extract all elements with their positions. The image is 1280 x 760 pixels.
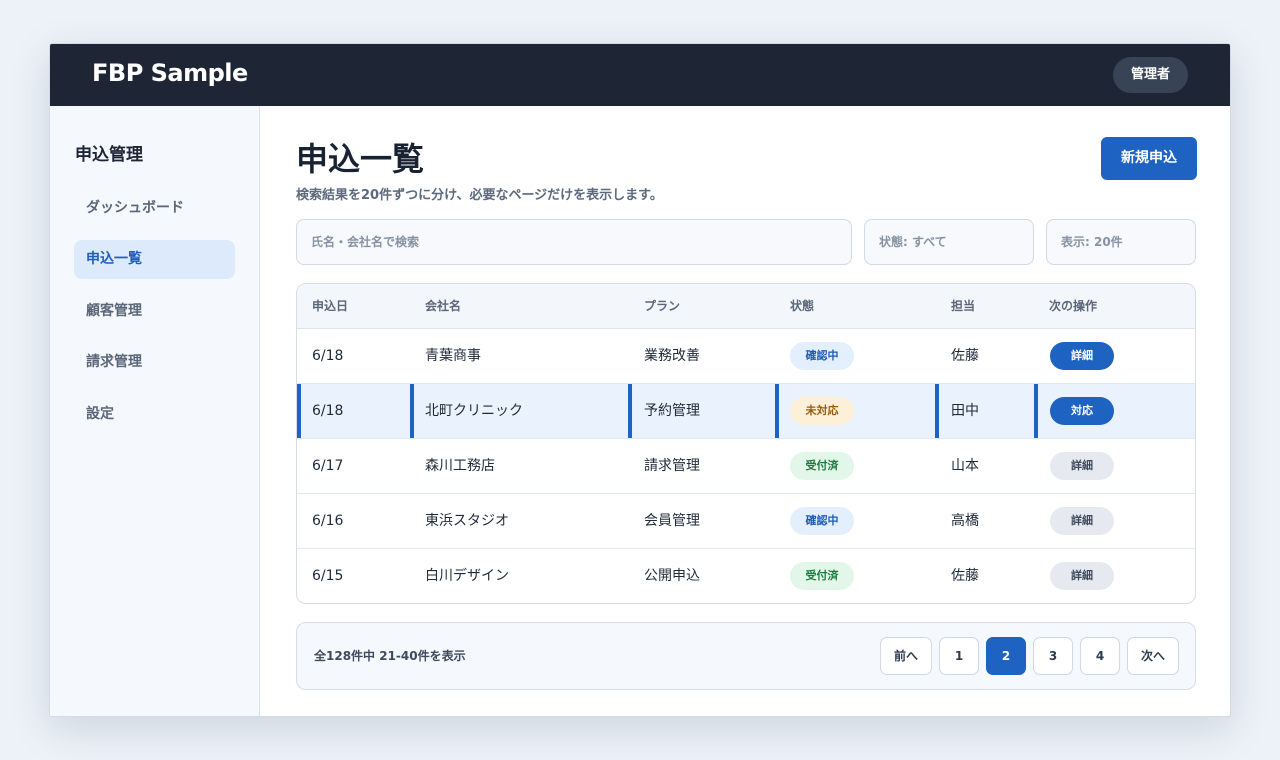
status-filter-select[interactable]: 状態: すべて [864, 219, 1034, 265]
column-header-company: 会社名 [425, 299, 462, 313]
table-row[interactable]: 6/18 青葉商事 業務改善 確認中 佐藤 詳細 [297, 329, 1195, 384]
column-header-action: 次の操作 [1049, 299, 1098, 313]
sidebar: 申込管理 ダッシュボード 申込一覧 顧客管理 請求管理 設定 [50, 106, 260, 716]
cell-owner: 山本 [951, 458, 979, 474]
column-header-date: 申込日 [312, 299, 349, 313]
detail-button[interactable]: 詳細 [1050, 342, 1114, 370]
cell-owner: 佐藤 [951, 568, 979, 584]
cell-company: 森川工務店 [425, 458, 495, 474]
column-header-status: 状態 [790, 299, 815, 313]
pagination-summary: 全128件中 21-40件を表示 [314, 649, 466, 663]
highlight-marker [1034, 384, 1038, 438]
status-badge: 未対応 [790, 397, 854, 425]
page-description: 検索結果を20件ずつに分け、必要なページだけを表示します。 [296, 188, 663, 203]
status-badge: 受付済 [790, 452, 854, 480]
cell-owner: 佐藤 [951, 348, 979, 364]
cell-company: 東浜スタジオ [425, 513, 509, 529]
status-badge: 確認中 [790, 507, 854, 535]
page-title: 申込一覧 [296, 140, 425, 178]
user-role-button[interactable]: 管理者 [1112, 57, 1188, 93]
table-row[interactable]: 6/16 東浜スタジオ 会員管理 確認中 高橋 詳細 [297, 494, 1195, 549]
top-bar: FBP Sample 管理者 [50, 44, 1230, 106]
cell-company: 白川デザイン [425, 568, 509, 584]
column-header-owner: 担当 [951, 299, 976, 313]
handle-button[interactable]: 対応 [1050, 397, 1114, 425]
cell-company: 北町クリニック [425, 403, 523, 419]
cell-owner: 田中 [951, 403, 979, 419]
page-size-select[interactable]: 表示: 20件 [1046, 219, 1196, 265]
main-content: 申込一覧 検索結果を20件ずつに分け、必要なページだけを表示します。 新規申込 … [261, 106, 1230, 716]
cell-date: 6/15 [312, 568, 344, 584]
cell-date: 6/17 [312, 458, 344, 474]
detail-button[interactable]: 詳細 [1050, 562, 1114, 590]
search-input[interactable]: 氏名・会社名で検索 [296, 219, 852, 265]
sidebar-item-customers[interactable]: 顧客管理 [74, 292, 235, 331]
page-button-3[interactable]: 3 [1033, 637, 1073, 675]
sidebar-item-dashboard[interactable]: ダッシュボード [74, 189, 235, 228]
sidebar-item-settings[interactable]: 設定 [74, 395, 235, 434]
table-header: 申込日 会社名 プラン 状態 担当 次の操作 [297, 284, 1195, 329]
table-row[interactable]: 6/17 森川工務店 請求管理 受付済 山本 詳細 [297, 439, 1195, 494]
new-application-button[interactable]: 新規申込 [1101, 137, 1197, 180]
sidebar-item-billing[interactable]: 請求管理 [74, 343, 235, 382]
detail-button[interactable]: 詳細 [1050, 507, 1114, 535]
sidebar-title: 申込管理 [75, 145, 143, 165]
cell-date: 6/18 [312, 348, 344, 364]
applications-table: 申込日 会社名 プラン 状態 担当 次の操作 6/18 青葉商事 業務改善 確認… [296, 283, 1196, 604]
page-button-1[interactable]: 1 [939, 637, 979, 675]
table-row[interactable]: 6/15 白川デザイン 公開申込 受付済 佐藤 詳細 [297, 549, 1195, 603]
sidebar-item-applications[interactable]: 申込一覧 [74, 240, 235, 279]
cell-plan: 請求管理 [644, 458, 700, 474]
page-button-2[interactable]: 2 [986, 637, 1026, 675]
column-header-plan: プラン [644, 299, 681, 313]
highlight-marker [775, 384, 779, 438]
cell-plan: 予約管理 [644, 403, 700, 419]
cell-plan: 公開申込 [644, 568, 700, 584]
page-button-4[interactable]: 4 [1080, 637, 1120, 675]
status-badge: 確認中 [790, 342, 854, 370]
cell-date: 6/16 [312, 513, 344, 529]
pagination-bar: 全128件中 21-40件を表示 前へ 1 2 3 4 次へ [296, 622, 1196, 690]
table-row-highlighted[interactable]: 6/18 北町クリニック 予約管理 未対応 田中 対応 [297, 384, 1195, 439]
cell-owner: 高橋 [951, 513, 979, 529]
highlight-marker [410, 384, 414, 438]
prev-page-button[interactable]: 前へ [880, 637, 932, 675]
next-page-button[interactable]: 次へ [1127, 637, 1179, 675]
highlight-marker [297, 384, 301, 438]
detail-button[interactable]: 詳細 [1050, 452, 1114, 480]
app-brand: FBP Sample [92, 59, 248, 87]
cell-plan: 業務改善 [644, 348, 700, 364]
cell-date: 6/18 [312, 403, 344, 419]
highlight-marker [628, 384, 632, 438]
cell-company: 青葉商事 [425, 348, 481, 364]
highlight-marker [935, 384, 939, 438]
app-window: FBP Sample 管理者 申込管理 ダッシュボード 申込一覧 顧客管理 請求… [49, 43, 1231, 717]
status-badge: 受付済 [790, 562, 854, 590]
cell-plan: 会員管理 [644, 513, 700, 529]
